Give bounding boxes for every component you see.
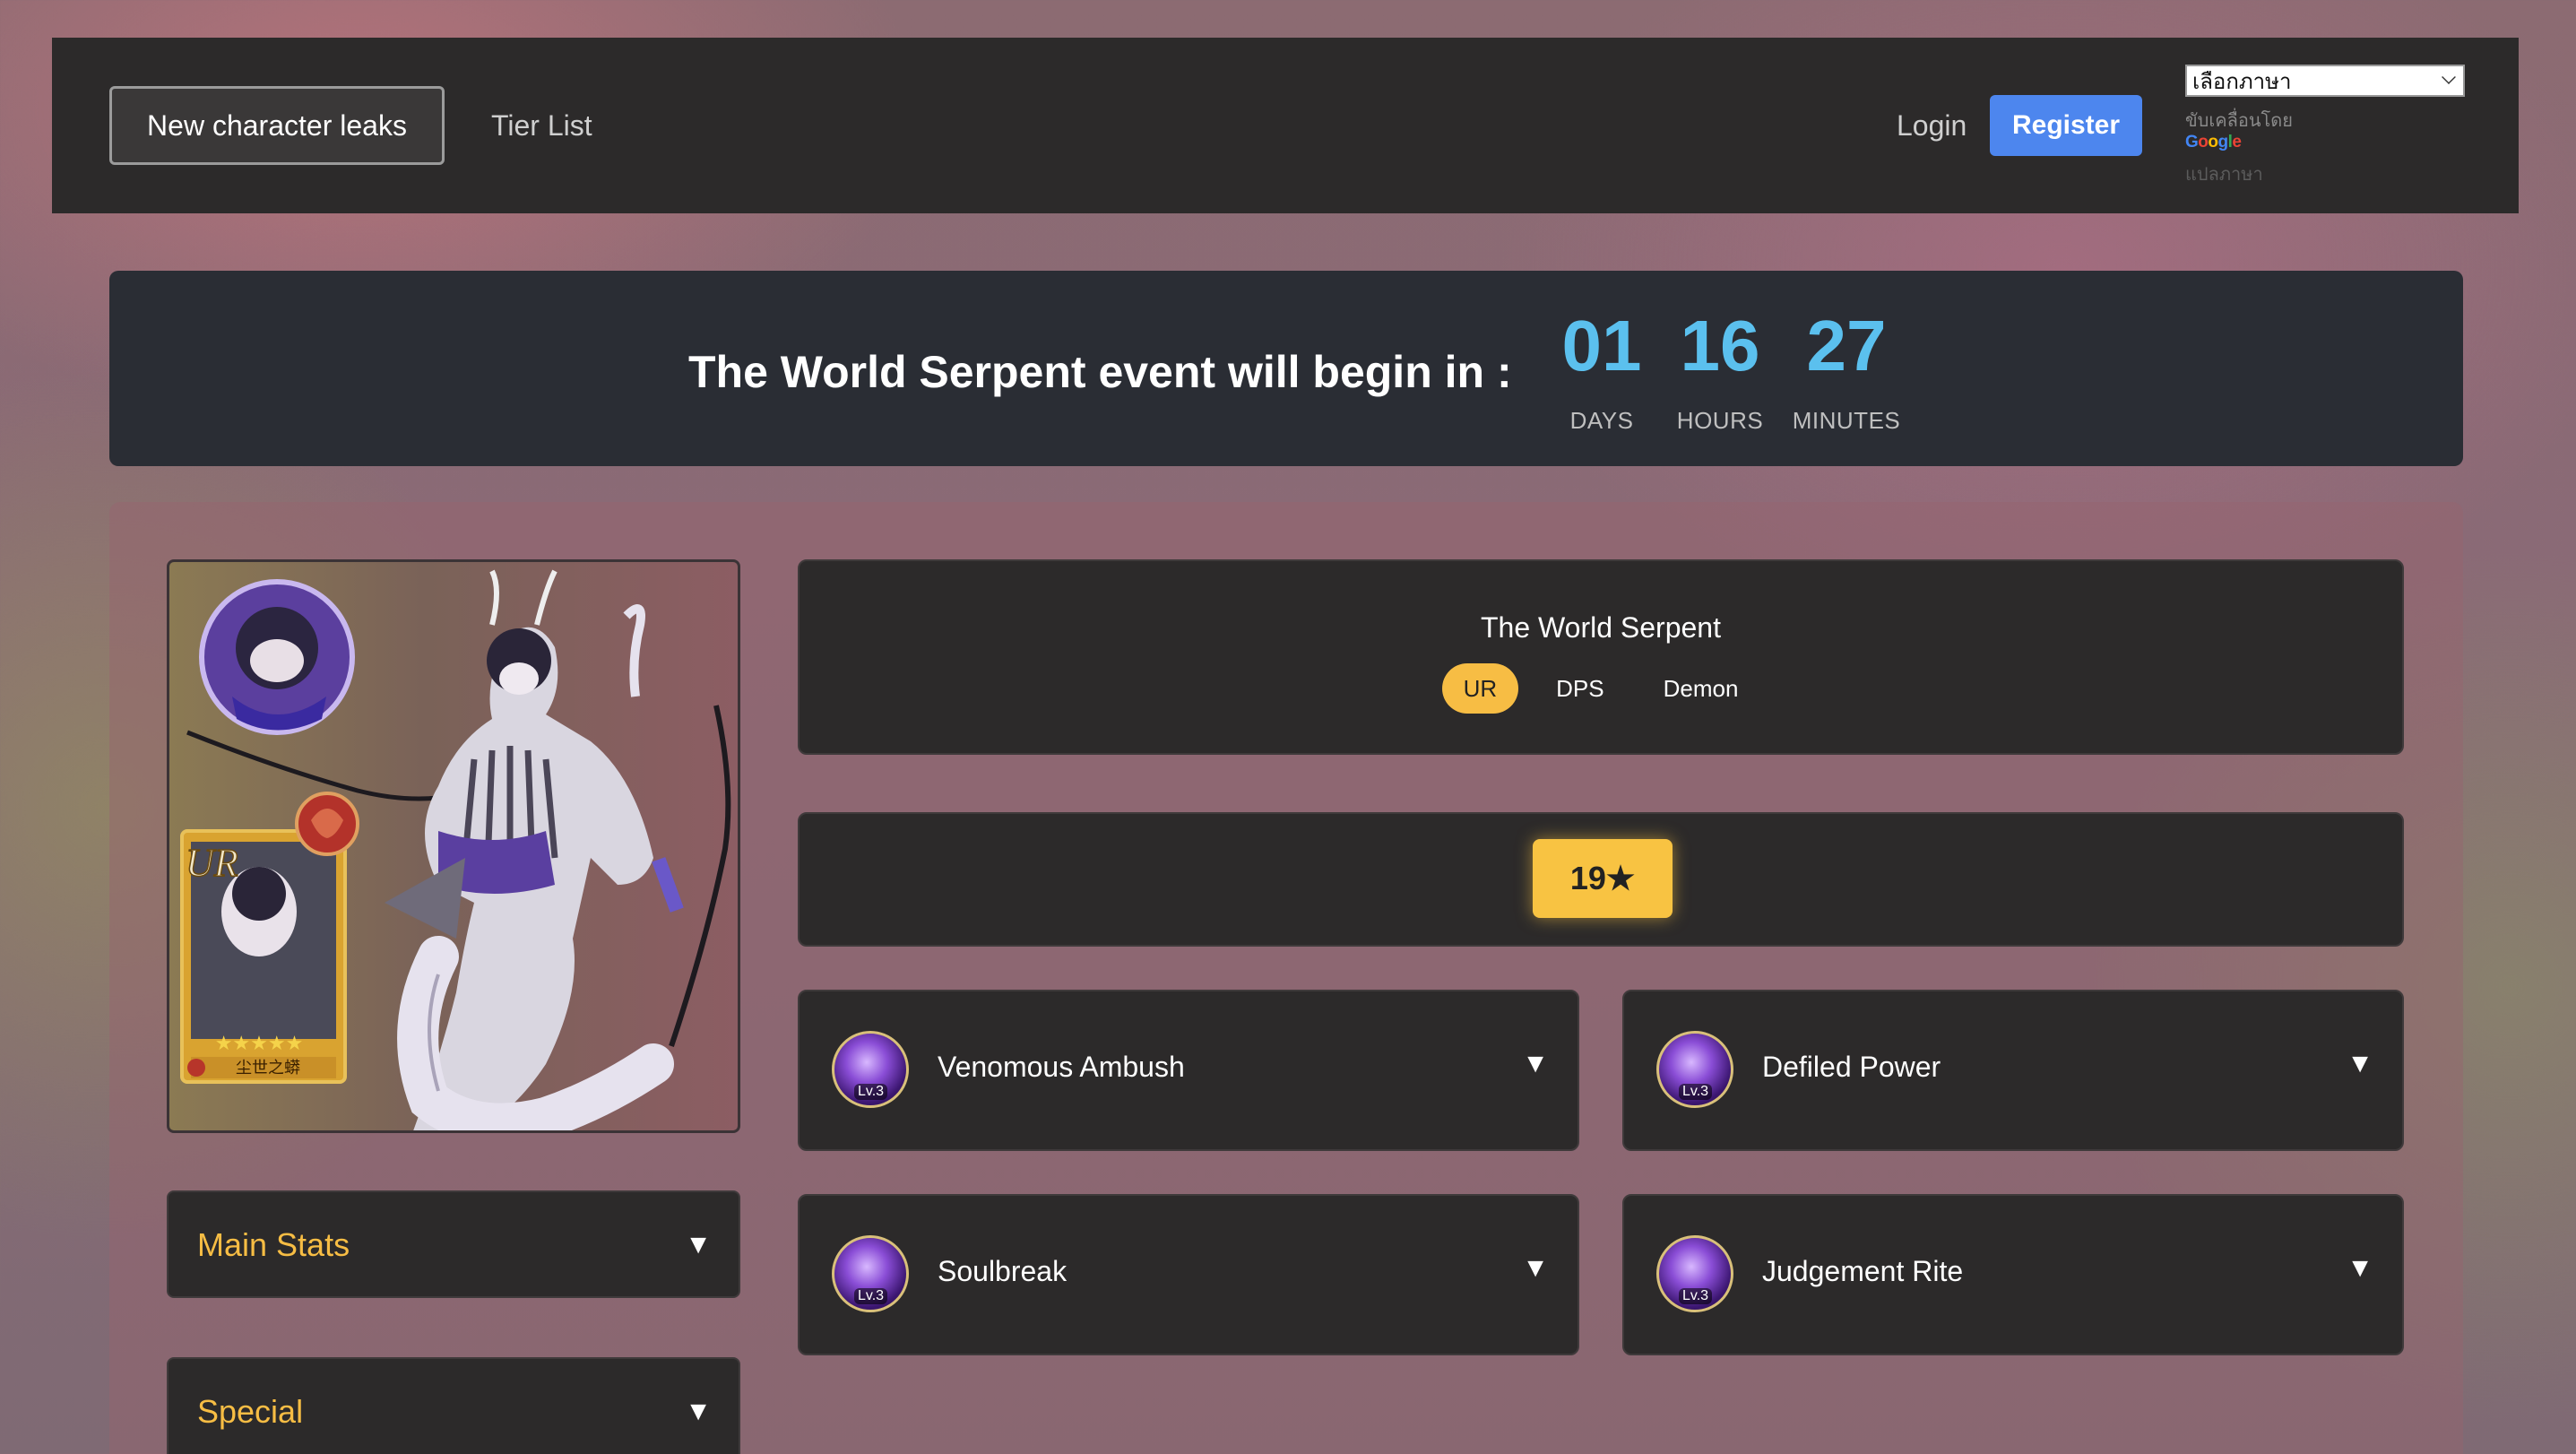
login-link[interactable]: Login bbox=[1897, 86, 1967, 165]
language-select[interactable]: เลือกภาษา bbox=[2185, 65, 2465, 97]
card-stars: ★★★★★ bbox=[215, 1033, 304, 1055]
google-logo[interactable]: Google bbox=[2185, 133, 2242, 152]
rarity-tag[interactable]: UR bbox=[1441, 663, 1519, 714]
role-tag[interactable]: DPS bbox=[1534, 663, 1625, 714]
character-art: UR ★★★★★ 尘世之蟒 bbox=[167, 559, 740, 1133]
google-letter: e bbox=[2232, 133, 2242, 151]
star-level-card: 19★ bbox=[798, 812, 2404, 947]
countdown-hours-value: 16 bbox=[1680, 306, 1760, 385]
chevron-down-icon: ▼ bbox=[685, 1230, 712, 1259]
skill-level: Lv.3 bbox=[854, 1084, 888, 1100]
faction-tag[interactable]: Demon bbox=[1642, 663, 1760, 714]
event-countdown-banner: The World Serpent event will begin in : … bbox=[109, 271, 2463, 466]
skill-card[interactable]: Lv.3 Venomous Ambush ▼ bbox=[798, 990, 1579, 1151]
special-title: Special bbox=[197, 1393, 304, 1430]
chevron-down-icon: ▼ bbox=[1522, 1049, 1549, 1078]
skill-name: Judgement Rite bbox=[1762, 1255, 1964, 1287]
character-illustration: UR ★★★★★ 尘世之蟒 bbox=[180, 569, 731, 1130]
google-letter: G bbox=[2185, 133, 2199, 151]
skill-icon: Lv.3 bbox=[1656, 1031, 1733, 1108]
translate-link[interactable]: แปลภาษา bbox=[2185, 160, 2263, 188]
chevron-down-icon bbox=[2442, 70, 2456, 84]
card-rank: UR bbox=[186, 841, 238, 885]
countdown-minutes: 27 MINUTES bbox=[1775, 310, 1918, 435]
language-select-label: เลือกภาษา bbox=[2192, 69, 2292, 94]
chevron-down-icon: ▼ bbox=[685, 1397, 712, 1426]
countdown-days-label: DAYS bbox=[1569, 407, 1634, 434]
character-tags: UR DPS Demon bbox=[800, 663, 2402, 714]
powered-by-label: ขับเคลื่อนโดย bbox=[2185, 111, 2293, 131]
tier-list-link[interactable]: Tier List bbox=[491, 86, 592, 165]
countdown-text: The World Serpent event will begin in : bbox=[688, 347, 1512, 397]
countdown-days: 01 DAYS bbox=[1543, 310, 1660, 435]
countdown-days-value: 01 bbox=[1561, 306, 1642, 385]
skill-card[interactable]: Lv.3 Defiled Power ▼ bbox=[1622, 990, 2404, 1151]
skill-name: Venomous Ambush bbox=[938, 1051, 1185, 1083]
countdown-hours: 16 HOURS bbox=[1662, 310, 1778, 435]
main-stats-title: Main Stats bbox=[197, 1226, 350, 1263]
countdown-minutes-value: 27 bbox=[1806, 306, 1887, 385]
new-character-leaks-button[interactable]: New character leaks bbox=[109, 86, 445, 165]
skill-icon: Lv.3 bbox=[1656, 1235, 1733, 1312]
character-name: The World Serpent bbox=[1481, 611, 1721, 644]
card-caption: 尘世之蟒 bbox=[236, 1059, 300, 1078]
countdown-minutes-label: MINUTES bbox=[1792, 407, 1901, 434]
skill-card[interactable]: Lv.3 Soulbreak ▼ bbox=[798, 1194, 1579, 1355]
star-level-button[interactable]: 19★ bbox=[1533, 839, 1673, 918]
main-stats-toggle[interactable]: Main Stats ▼ bbox=[167, 1190, 740, 1298]
chevron-down-icon: ▼ bbox=[2347, 1253, 2373, 1283]
skill-name: Soulbreak bbox=[938, 1255, 1068, 1287]
google-letter: o bbox=[2208, 133, 2218, 151]
skill-icon: Lv.3 bbox=[832, 1235, 909, 1312]
skill-level: Lv.3 bbox=[1679, 1084, 1713, 1100]
google-letter: o bbox=[2198, 133, 2209, 151]
top-navbar: New character leaks Tier List Login Regi… bbox=[52, 38, 2519, 213]
google-letter: g bbox=[2217, 133, 2229, 151]
special-toggle[interactable]: Special ▼ bbox=[167, 1357, 740, 1454]
chevron-down-icon: ▼ bbox=[2347, 1049, 2373, 1078]
character-info-card: The World Serpent UR DPS Demon bbox=[798, 559, 2404, 755]
skill-level: Lv.3 bbox=[854, 1288, 888, 1304]
skill-icon: Lv.3 bbox=[832, 1031, 909, 1108]
skill-card[interactable]: Lv.3 Judgement Rite ▼ bbox=[1622, 1194, 2404, 1355]
chevron-down-icon: ▼ bbox=[1522, 1253, 1549, 1283]
skill-level: Lv.3 bbox=[1679, 1288, 1713, 1304]
skill-name: Defiled Power bbox=[1762, 1051, 1941, 1083]
countdown-hours-label: HOURS bbox=[1676, 407, 1764, 434]
register-button[interactable]: Register bbox=[1990, 95, 2142, 156]
